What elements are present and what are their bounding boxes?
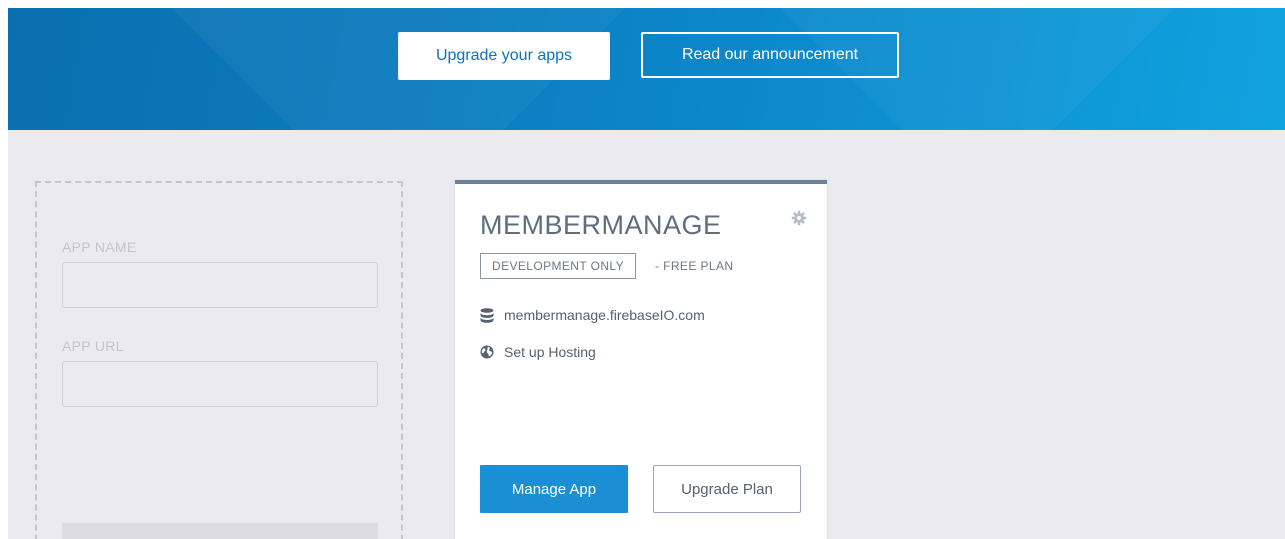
announcement-banner: Upgrade your apps Read our announcement (8, 8, 1285, 130)
upgrade-plan-button[interactable]: Upgrade Plan (653, 465, 801, 513)
gear-icon[interactable] (791, 210, 807, 226)
app-url-input[interactable] (62, 361, 378, 407)
read-announcement-button[interactable]: Read our announcement (641, 32, 899, 78)
manage-app-button[interactable]: Manage App (480, 465, 628, 513)
create-app-button[interactable] (62, 523, 378, 539)
app-title: MEMBERMANAGE (480, 210, 722, 240)
upgrade-your-apps-button[interactable]: Upgrade your apps (398, 32, 610, 80)
app-card: MEMBERMANAGE DEVELOPMENT ONLY - FREE PLA… (455, 180, 827, 539)
setup-hosting-link[interactable]: Set up Hosting (480, 344, 596, 360)
database-icon (480, 307, 494, 323)
app-url-label: APP URL (62, 338, 124, 354)
page-frame: Upgrade your apps Read our announcement … (8, 8, 1285, 539)
new-app-card: APP NAME APP URL (35, 181, 403, 539)
app-name-label: APP NAME (62, 239, 137, 255)
database-url: membermanage.firebaseIO.com (504, 307, 705, 323)
database-url-row: membermanage.firebaseIO.com (480, 307, 705, 323)
plan-type-label: - FREE PLAN (655, 259, 734, 273)
plan-badge: DEVELOPMENT ONLY (480, 253, 636, 279)
app-name-input[interactable] (62, 262, 378, 308)
globe-icon (480, 345, 494, 359)
setup-hosting-label: Set up Hosting (504, 344, 596, 360)
